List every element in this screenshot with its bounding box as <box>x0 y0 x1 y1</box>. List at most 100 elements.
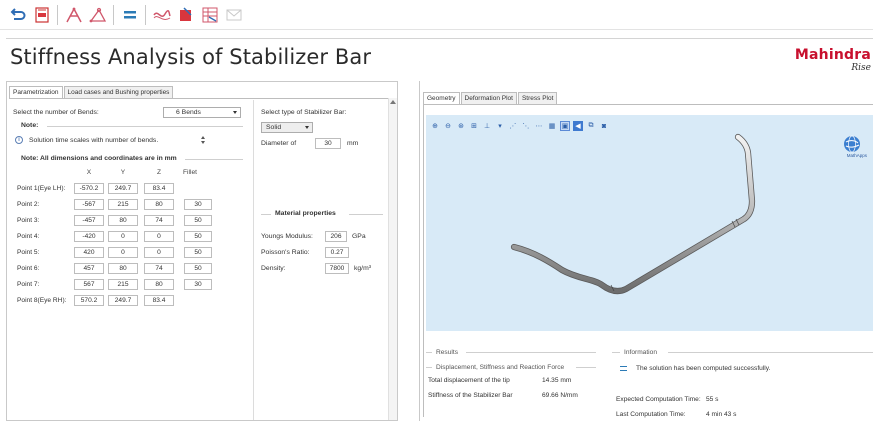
undo-icon[interactable] <box>8 5 27 24</box>
point-z-input[interactable]: 74 <box>144 263 174 274</box>
point-y-input[interactable]: 80 <box>108 215 138 226</box>
grid-icon[interactable]: ▦ <box>547 121 557 131</box>
point-x-input[interactable]: 457 <box>74 263 104 274</box>
dropdown-icon[interactable]: ▾ <box>495 121 505 131</box>
dimensions-note: Note: All dimensions and coordinates are… <box>21 155 177 162</box>
note-text: Solution time scales with number of bend… <box>29 137 159 144</box>
divider <box>261 214 271 215</box>
last-time-label: Last Computation Time: <box>616 411 686 418</box>
3d-viewport[interactable] <box>426 115 873 331</box>
point-z-input[interactable]: 0 <box>144 231 174 242</box>
point-x-input[interactable]: -420 <box>74 231 104 242</box>
point-x-input[interactable]: 570.2 <box>74 295 104 306</box>
total-displacement-label: Total displacement of the tip <box>428 377 510 384</box>
results-section: Results Displacement, Stiffness and Reac… <box>426 345 873 421</box>
point-z-input[interactable]: 83.4 <box>144 183 174 194</box>
scroll-up-icon[interactable] <box>390 100 396 104</box>
youngs-input[interactable]: 206 <box>325 231 347 242</box>
point-z-input[interactable]: 80 <box>144 279 174 290</box>
view-xz-icon[interactable]: ⋯ <box>534 121 544 131</box>
frame-icon[interactable]: ▣ <box>560 121 570 131</box>
point-z-input[interactable]: 83.4 <box>144 295 174 306</box>
point-z-input[interactable]: 80 <box>144 199 174 210</box>
point-x-input[interactable]: -567 <box>74 199 104 210</box>
table-icon[interactable] <box>200 5 219 24</box>
view-xy-icon[interactable]: ⋰ <box>508 121 518 131</box>
column-header-fillet: Fillet <box>183 169 197 176</box>
info-message: The solution has been computed successfu… <box>636 365 771 372</box>
zoom-fit-icon[interactable]: ⊛ <box>456 121 466 131</box>
point-fillet-input[interactable]: 30 <box>184 199 212 210</box>
tab-load-cases[interactable]: Load cases and Bushing properties <box>63 86 174 98</box>
point-fillet-input[interactable]: 30 <box>184 279 212 290</box>
density-input[interactable]: 7800 <box>325 263 349 274</box>
results-panel: Geometry Deformation Plot Stress Plot ⊕ … <box>419 81 873 421</box>
point-fillet-input[interactable]: 50 <box>184 247 212 258</box>
vertical-scrollbar[interactable] <box>388 98 397 420</box>
bends-label: Select the number of Bends: <box>13 109 99 116</box>
bends-select[interactable]: 6 Bends <box>163 107 241 118</box>
diameter-input[interactable]: 30 <box>315 138 341 149</box>
column-divider <box>253 100 254 420</box>
poisson-input[interactable]: 0.27 <box>325 247 349 258</box>
chevron-down-icon <box>305 126 309 129</box>
point-label: Point 2: <box>17 201 40 208</box>
divider <box>426 352 432 353</box>
point-fillet-input[interactable]: 50 <box>184 215 212 226</box>
mathapps-label: MathApps <box>846 153 867 158</box>
equals-icon[interactable] <box>120 5 139 24</box>
mail-icon[interactable] <box>224 5 243 24</box>
point-label: Point 3: <box>17 217 40 224</box>
point-x-input[interactable]: 567 <box>74 279 104 290</box>
axes-icon[interactable]: ⊥ <box>482 121 492 131</box>
pan-icon[interactable]: ⊞ <box>469 121 479 131</box>
divider <box>466 352 596 353</box>
youngs-label: Youngs Modulus: <box>261 233 313 240</box>
mathapps-globe-icon <box>844 135 860 153</box>
displacement-section-label: Displacement, Stiffness and Reaction For… <box>436 364 565 371</box>
point-x-input[interactable]: -570.2 <box>74 183 104 194</box>
copy-icon[interactable]: ⧉ <box>586 121 596 131</box>
curve-icon[interactable] <box>152 5 171 24</box>
save-pdf-icon[interactable] <box>32 5 51 24</box>
point-y-input[interactable]: 215 <box>108 279 138 290</box>
point-y-input[interactable]: 0 <box>108 231 138 242</box>
spinner-icon[interactable] <box>201 136 206 145</box>
rotate-icon[interactable]: ◀ <box>573 121 583 131</box>
point-label: Point 8(Eye RH): <box>17 297 67 304</box>
point-z-input[interactable]: 74 <box>144 215 174 226</box>
divider <box>185 159 243 160</box>
point-y-input[interactable]: 80 <box>108 263 138 274</box>
column-header-y: Y <box>120 169 126 176</box>
point-y-input[interactable]: 0 <box>108 247 138 258</box>
point-y-input[interactable]: 249.7 <box>108 183 138 194</box>
geometry-b-icon[interactable] <box>88 5 107 24</box>
point-y-input[interactable]: 249.7 <box>108 295 138 306</box>
divider <box>426 367 432 368</box>
tab-deformation-plot[interactable]: Deformation Plot <box>460 92 517 104</box>
zoom-in-icon[interactable]: ⊕ <box>430 121 440 131</box>
panel-gap <box>398 81 419 421</box>
tab-stress-plot[interactable]: Stress Plot <box>517 92 558 104</box>
point-fillet-input[interactable]: 50 <box>184 263 212 274</box>
point-x-input[interactable]: -457 <box>74 215 104 226</box>
density-unit: kg/m³ <box>354 265 371 272</box>
chevron-down-icon <box>233 111 237 114</box>
bends-select-value: 6 Bends <box>176 109 201 116</box>
camera-icon[interactable]: ◙ <box>599 121 609 131</box>
information-heading: Information <box>624 349 657 356</box>
zoom-out-icon[interactable]: ⊖ <box>443 121 453 131</box>
brand-logo: Mahindra <box>794 47 871 63</box>
geometry-a-icon[interactable] <box>64 5 83 24</box>
bar-type-select[interactable]: Solid <box>261 122 313 133</box>
last-time-value: 4 min 43 s <box>706 411 737 418</box>
page-title: Stiffness Analysis of Stabilizer Bar <box>10 45 372 69</box>
stop-icon[interactable] <box>176 5 195 24</box>
brand-tagline: Rise <box>851 63 871 73</box>
view-yz-icon[interactable]: ⋱ <box>521 121 531 131</box>
column-header-x: X <box>86 169 92 176</box>
point-y-input[interactable]: 215 <box>108 199 138 210</box>
point-fillet-input[interactable]: 50 <box>184 231 212 242</box>
point-z-input[interactable]: 0 <box>144 247 174 258</box>
point-x-input[interactable]: 420 <box>74 247 104 258</box>
